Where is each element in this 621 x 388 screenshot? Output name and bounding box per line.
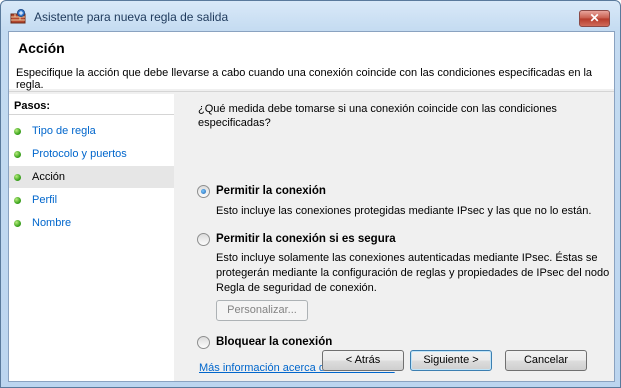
step-accion[interactable]: Acción — [9, 166, 174, 188]
window-title: Asistente para nueva regla de salida — [34, 10, 229, 24]
back-button[interactable]: < Atrás — [322, 350, 404, 371]
close-icon: ✕ — [589, 11, 600, 25]
option-permitir-label[interactable]: Permitir la conexión — [216, 185, 326, 197]
customize-button[interactable]: Personalizar... — [216, 300, 308, 321]
step-perfil[interactable]: Perfil — [9, 189, 174, 211]
header-divider — [9, 91, 614, 92]
question-text: ¿Qué medida debe tomarse si una conexión… — [198, 103, 557, 129]
radio-permitir-si-segura[interactable] — [197, 233, 210, 246]
wizard-header: Acción Especifique la acción que debe ll… — [9, 32, 614, 91]
step-protocolo-y-puertos[interactable]: Protocolo y puertos — [9, 143, 174, 165]
step-label: Protocolo y puertos — [32, 148, 127, 160]
firewall-wizard-icon — [10, 9, 26, 24]
main-panel: ¿Qué medida debe tomarse si una conexión… — [179, 94, 614, 381]
page-title: Acción — [18, 40, 65, 56]
step-label: Perfil — [32, 194, 58, 206]
close-button[interactable]: ✕ — [579, 10, 610, 27]
step-bullet-icon — [14, 151, 21, 158]
step-label: Acción — [32, 171, 66, 183]
option-permitir-si-segura-description: Esto incluye solamente las conexiones au… — [216, 252, 610, 294]
wizard-window: Asistente para nueva regla de salida ✕ A… — [0, 0, 621, 388]
step-bullet-icon — [14, 220, 21, 227]
cancel-button[interactable]: Cancelar — [505, 350, 587, 371]
step-nombre[interactable]: Nombre — [9, 212, 174, 234]
option-permitir-si-segura-label[interactable]: Permitir la conexión si es segura — [216, 233, 396, 245]
step-tipo-de-regla[interactable]: Tipo de regla — [9, 120, 174, 142]
step-bullet-icon — [14, 174, 21, 181]
steps-title: Pasos: — [9, 98, 174, 115]
option-bloquear-label[interactable]: Bloquear la conexión — [216, 336, 332, 348]
wizard-client-area: Acción Especifique la acción que debe ll… — [8, 31, 615, 382]
step-bullet-icon — [14, 197, 21, 204]
radio-permitir[interactable] — [197, 185, 210, 198]
radio-bloquear[interactable] — [197, 336, 210, 349]
step-bullet-icon — [14, 128, 21, 135]
page-description: Especifique la acción que debe llevarse … — [16, 67, 593, 91]
next-button[interactable]: Siguiente > — [410, 350, 492, 371]
title-bar[interactable]: Asistente para nueva regla de salida ✕ — [1, 1, 620, 31]
option-permitir-description: Esto incluye las conexiones protegidas m… — [216, 205, 592, 217]
steps-panel: Pasos: Tipo de regla Protocolo y puertos… — [9, 94, 174, 381]
step-label: Nombre — [32, 217, 72, 229]
step-label: Tipo de regla — [32, 125, 96, 137]
